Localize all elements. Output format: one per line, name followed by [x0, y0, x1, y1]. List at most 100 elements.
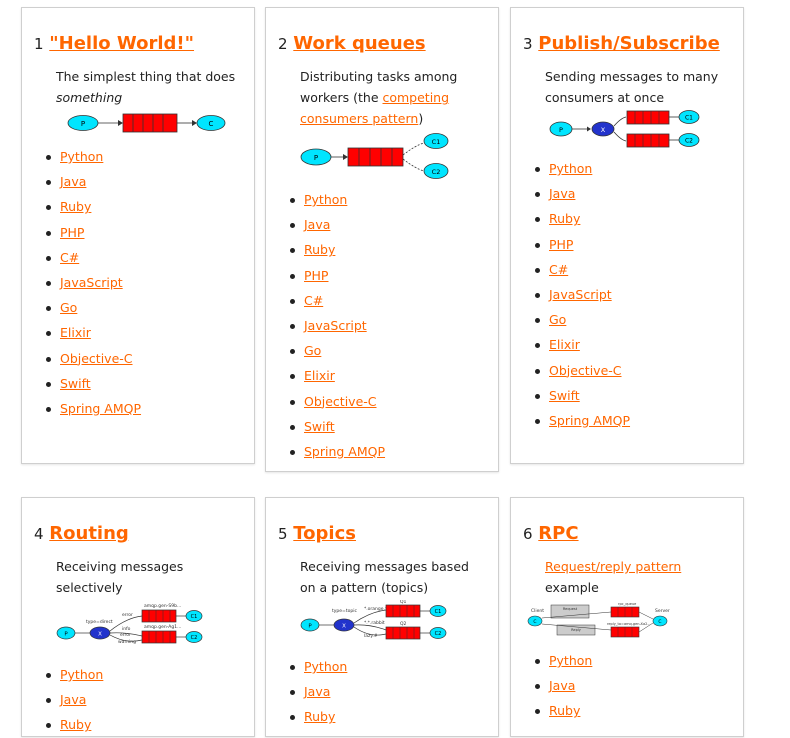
language-list: Python Java Ruby: [278, 654, 488, 730]
list-item: Objective-C: [34, 346, 244, 371]
language-link[interactable]: Python: [549, 653, 592, 668]
svg-text:C1: C1: [435, 609, 442, 615]
language-link[interactable]: Spring AMQP: [549, 413, 630, 428]
tutorial-card-6: 6 RPC Request/reply pattern example Clien…: [510, 497, 744, 737]
language-link[interactable]: Elixir: [60, 325, 91, 340]
language-link[interactable]: Swift: [60, 376, 91, 391]
language-link[interactable]: Python: [304, 659, 347, 674]
language-link[interactable]: Ruby: [304, 242, 335, 257]
tutorial-description: The simplest thing that does something: [56, 69, 236, 105]
list-item: Java: [523, 181, 733, 206]
language-link[interactable]: Elixir: [549, 337, 580, 352]
tutorial-description: Receiving messages selectively: [56, 559, 184, 595]
list-item: Java: [34, 687, 244, 712]
language-link[interactable]: Go: [549, 312, 566, 327]
language-link[interactable]: Python: [60, 667, 103, 682]
tutorial-description: Request/reply pattern example: [545, 559, 682, 595]
language-link[interactable]: JavaScript: [304, 318, 367, 333]
list-item: JavaScript: [278, 313, 488, 338]
language-link[interactable]: C#: [549, 262, 568, 277]
tutorial-description: Receiving messages based on a pattern (t…: [300, 559, 469, 595]
list-item: Objective-C: [523, 358, 733, 383]
list-item: Go: [523, 307, 733, 332]
language-link[interactable]: Java: [60, 174, 86, 189]
language-link[interactable]: Spring AMQP: [60, 401, 141, 416]
language-link[interactable]: Swift: [549, 388, 580, 403]
language-link[interactable]: PHP: [304, 268, 328, 283]
language-link[interactable]: Ruby: [549, 703, 580, 718]
list-item: Java: [278, 212, 488, 237]
language-link[interactable]: Go: [304, 343, 321, 358]
list-item: Python: [523, 156, 733, 181]
list-item: Python: [278, 654, 488, 679]
tutorial-title: 2 Work queues: [278, 32, 488, 56]
tutorial-description: Sending messages to many consumers at on…: [545, 69, 719, 105]
tutorial-title-link[interactable]: Routing: [49, 523, 129, 544]
svg-text:*.orange.*: *.orange.*: [364, 606, 388, 612]
language-link[interactable]: Python: [304, 192, 347, 207]
request-reply-link[interactable]: Request/reply pattern: [545, 559, 681, 574]
list-item: Ruby: [278, 704, 488, 729]
language-link[interactable]: PHP: [549, 237, 573, 252]
language-link[interactable]: Go: [60, 300, 77, 315]
language-link[interactable]: Java: [304, 684, 330, 699]
list-item: Python: [34, 144, 244, 169]
language-link[interactable]: Java: [60, 692, 86, 707]
tutorial-title: 4 Routing: [34, 522, 244, 546]
list-item: Elixir: [34, 320, 244, 345]
list-item: C#: [523, 257, 733, 282]
tutorial-number: 2: [278, 35, 288, 53]
svg-text:C: C: [209, 120, 214, 128]
tutorial-title-link[interactable]: Topics: [293, 523, 356, 544]
language-link[interactable]: JavaScript: [549, 287, 612, 302]
svg-text:warning: warning: [118, 639, 136, 645]
svg-text:C1: C1: [685, 115, 693, 122]
svg-text:Q1: Q1: [400, 600, 407, 605]
language-link[interactable]: C#: [60, 250, 79, 265]
language-link[interactable]: Objective-C: [60, 351, 133, 366]
language-link[interactable]: Python: [60, 149, 103, 164]
language-link[interactable]: C#: [304, 293, 323, 308]
tutorial-number: 6: [523, 525, 533, 543]
language-list: Python Java Ruby: [34, 662, 244, 738]
language-link[interactable]: Ruby: [60, 717, 91, 732]
language-link[interactable]: Java: [304, 217, 330, 232]
language-link[interactable]: Elixir: [304, 368, 335, 383]
tutorial-title-link[interactable]: Work queues: [293, 33, 425, 54]
svg-text:Client: Client: [531, 608, 544, 614]
language-link[interactable]: Spring AMQP: [304, 444, 385, 459]
list-item: Swift: [523, 383, 733, 408]
language-link[interactable]: Ruby: [304, 709, 335, 724]
tutorial-title: 6 RPC: [523, 522, 733, 546]
language-link[interactable]: Java: [549, 678, 575, 693]
language-link[interactable]: Python: [549, 161, 592, 176]
svg-text:P: P: [314, 154, 318, 162]
list-item: Java: [34, 169, 244, 194]
svg-text:C1: C1: [432, 138, 441, 146]
svg-text:Reply: Reply: [571, 628, 581, 632]
language-link[interactable]: Objective-C: [304, 394, 377, 409]
list-item: PHP: [278, 263, 488, 288]
language-link[interactable]: Objective-C: [549, 363, 622, 378]
language-link[interactable]: JavaScript: [60, 275, 123, 290]
language-link[interactable]: Swift: [304, 419, 335, 434]
tutorial-title-link[interactable]: Publish/Subscribe: [538, 33, 720, 54]
language-link[interactable]: Ruby: [60, 199, 91, 214]
language-link[interactable]: PHP: [60, 225, 84, 240]
list-item: JavaScript: [523, 282, 733, 307]
language-link[interactable]: Java: [549, 186, 575, 201]
svg-text:C2: C2: [685, 138, 693, 145]
tutorial-card-4: 4 Routing Receiving messages selectively…: [21, 497, 255, 737]
tutorial-title-link[interactable]: RPC: [538, 523, 578, 544]
list-item: Spring AMQP: [34, 396, 244, 421]
tutorial-number: 4: [34, 525, 44, 543]
tutorial-title-link[interactable]: "Hello World!": [49, 33, 194, 54]
tutorial-title: 3 Publish/Subscribe: [523, 32, 733, 56]
list-item: Go: [34, 295, 244, 320]
svg-text:reply_to=amq.gen-Xa2...: reply_to=amq.gen-Xa2...: [607, 622, 651, 626]
list-item: Swift: [34, 371, 244, 396]
tutorial-title: 5 Topics: [278, 522, 488, 546]
language-link[interactable]: Ruby: [549, 211, 580, 226]
list-item: Java: [523, 673, 733, 698]
list-item: Spring AMQP: [278, 439, 488, 464]
